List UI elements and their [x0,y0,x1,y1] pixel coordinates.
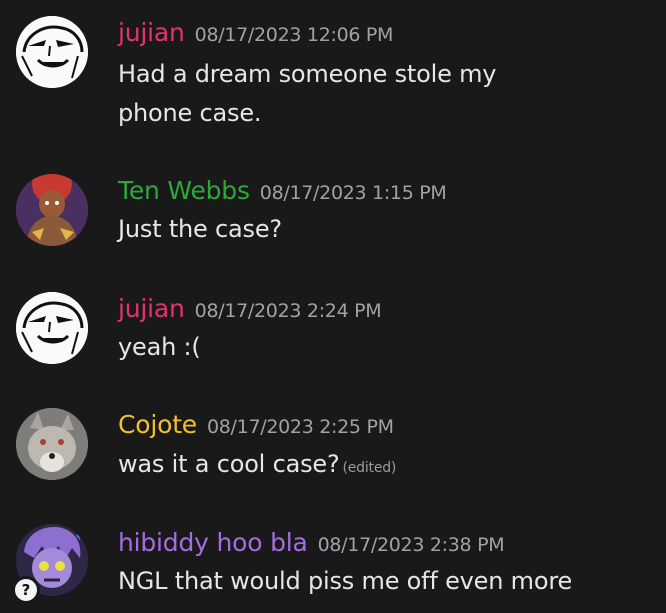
message-text-line: phone case. [118,99,262,127]
message-content: yeah :( [118,328,201,367]
message-content: Had a dream someone stole my phone case. [118,55,496,133]
author-name[interactable]: Ten Webbs [118,176,250,205]
timestamp[interactable]: 08/17/2023 12:06 PM [195,24,394,46]
character-art-avatar[interactable] [16,174,88,246]
question-mark-icon[interactable]: ? [12,576,40,604]
edited-label[interactable]: (edited) [342,460,396,476]
message-content: Just the case? [118,210,282,249]
author-name[interactable]: jujian [118,18,185,47]
message-header: Cojote 08/17/2023 2:25 PM [118,410,394,439]
author-name[interactable]: hibiddy hoo bla [118,528,308,557]
meme-face-avatar[interactable] [16,16,88,88]
author-name[interactable]: jujian [118,294,185,323]
message-header: Ten Webbs 08/17/2023 1:15 PM [118,176,447,205]
message-text-line: yeah :( [118,333,201,361]
message-text-line: Just the case? [118,215,282,243]
meme-face-avatar[interactable] [16,292,88,364]
message-content: NGL that would piss me off even more [118,562,572,601]
timestamp[interactable]: 08/17/2023 2:24 PM [195,300,382,322]
message-content: was it a cool case? (edited) [118,445,396,488]
message-text: was it a cool case? [118,450,340,478]
timestamp[interactable]: 08/17/2023 1:15 PM [260,182,447,204]
message-text-line: NGL that would piss me off even more [118,567,573,595]
message-text-line: was it a cool case? (edited) [118,445,396,488]
message-header: hibiddy hoo bla 08/17/2023 2:38 PM [118,528,505,557]
timestamp[interactable]: 08/17/2023 2:38 PM [318,534,505,556]
timestamp[interactable]: 08/17/2023 2:25 PM [207,416,394,438]
coyote-photo-avatar[interactable] [16,408,88,480]
message-header: jujian 08/17/2023 2:24 PM [118,294,382,323]
author-name[interactable]: Cojote [118,410,197,439]
message-list: jujian 08/17/2023 12:06 PM Had a dream so… [0,0,666,613]
message-text-line: Had a dream someone stole my [118,60,497,88]
message-header: jujian 08/17/2023 12:06 PM [118,18,393,47]
avatar-wrapper: ? [0,520,100,613]
